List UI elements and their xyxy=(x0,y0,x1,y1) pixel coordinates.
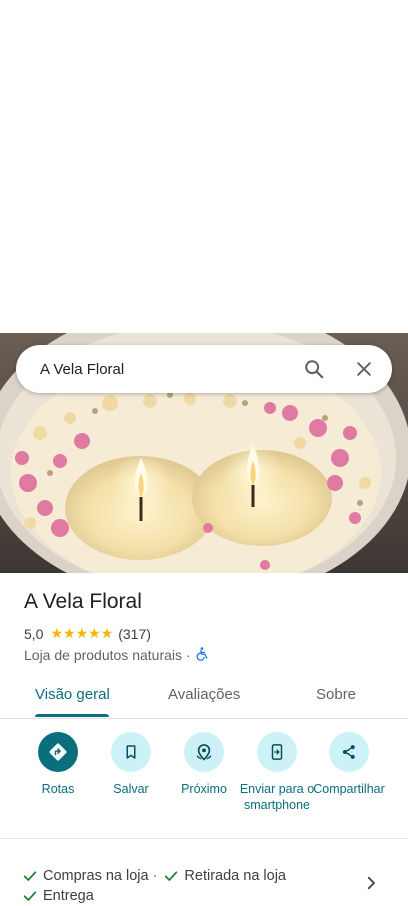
tab-reviews[interactable]: Avaliações xyxy=(168,686,240,703)
share-label: Compartilhar xyxy=(313,782,385,796)
tab-overview[interactable]: Visão geral xyxy=(35,686,110,703)
send-to-phone-icon[interactable] xyxy=(257,732,297,772)
service-item: Entrega xyxy=(22,886,94,906)
service-item: Retirada na loja xyxy=(163,866,286,886)
separator: · xyxy=(186,647,191,663)
search-bar[interactable]: A Vela Floral xyxy=(16,345,392,393)
active-tab-indicator xyxy=(35,714,109,717)
share-icon[interactable] xyxy=(329,732,369,772)
rating-stars: ★★★★★ xyxy=(50,625,114,641)
save-label: Salvar xyxy=(113,782,149,796)
service-item: Compras na loja xyxy=(22,866,149,886)
tab-about[interactable]: Sobre xyxy=(316,686,356,703)
bookmark-icon[interactable] xyxy=(111,732,151,772)
service-in-store: Compras na loja xyxy=(43,868,149,884)
service-line: Entrega xyxy=(22,886,286,906)
place-category: Loja de produtos naturais xyxy=(24,647,182,663)
place-name: A Vela Floral xyxy=(24,590,142,613)
send-to-phone-label: Enviar para o smartphone xyxy=(239,782,315,812)
rating-value: 5,0 xyxy=(24,625,44,642)
close-icon[interactable] xyxy=(344,349,384,389)
map-area-blank xyxy=(0,0,408,333)
save-button[interactable]: Salvar xyxy=(91,732,171,797)
send-to-phone-button[interactable]: Enviar para o smartphone xyxy=(237,732,317,813)
nearby-button[interactable]: Próximo xyxy=(164,732,244,797)
service-delivery: Entrega xyxy=(43,888,94,904)
share-button[interactable]: Compartilhar xyxy=(309,732,389,797)
directions-icon[interactable] xyxy=(38,732,78,772)
nearby-label: Próximo xyxy=(181,782,227,796)
check-icon xyxy=(165,871,178,881)
check-icon xyxy=(23,891,37,901)
chevron-right-icon[interactable] xyxy=(362,874,380,892)
service-line: Compras na loja · Retirada na loja xyxy=(22,866,286,886)
service-options[interactable]: Compras na loja · Retirada na loja Entre… xyxy=(22,866,286,906)
rating-row[interactable]: 5,0 ★★★★★ (317) xyxy=(24,625,151,642)
tab-bar: Visão geral Avaliações Sobre xyxy=(0,674,408,719)
service-separator: · xyxy=(152,868,158,884)
nearby-icon[interactable] xyxy=(184,732,224,772)
wheelchair-accessible-icon xyxy=(195,646,209,664)
check-icon xyxy=(23,871,37,881)
search-input[interactable]: A Vela Floral xyxy=(40,361,294,378)
service-pickup: Retirada na loja xyxy=(184,868,286,884)
directions-button[interactable]: Rotas xyxy=(18,732,98,797)
directions-label: Rotas xyxy=(41,782,75,796)
review-count[interactable]: (317) xyxy=(118,626,151,642)
section-divider xyxy=(0,838,408,839)
category-row: Loja de produtos naturais · xyxy=(24,646,209,664)
search-icon[interactable] xyxy=(294,349,334,389)
